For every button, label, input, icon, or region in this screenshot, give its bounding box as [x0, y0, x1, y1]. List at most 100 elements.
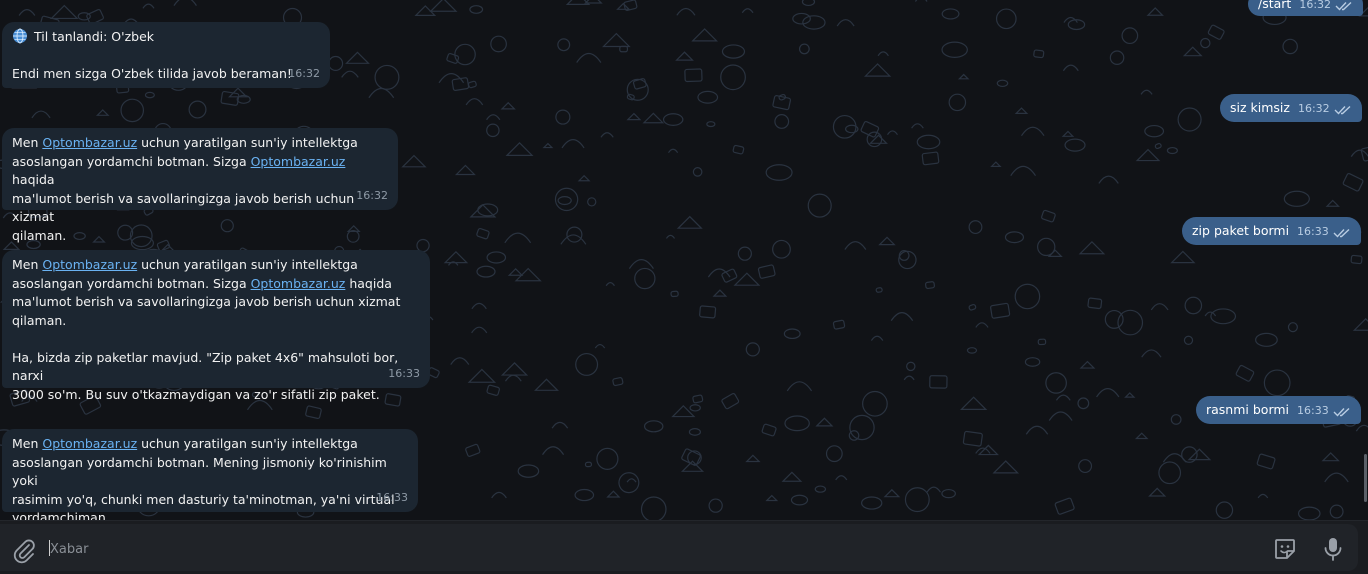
doodle-shape	[784, 415, 810, 432]
doodle-shape	[968, 303, 977, 311]
doodle-shape	[706, 121, 716, 128]
doodle-shape	[1200, 37, 1211, 49]
doodle-shape	[697, 90, 719, 104]
doodle-shape	[557, 38, 571, 52]
doodle-shape	[1010, 165, 1036, 176]
doodle-shape	[471, 326, 488, 334]
outgoing-message[interactable]: rasnmi bormi 16:33	[1196, 396, 1361, 424]
outgoing-message[interactable]: /start 16:32	[1248, 0, 1364, 16]
doodle-shape	[1047, 249, 1063, 257]
doodle-shape	[574, 488, 595, 502]
outgoing-message[interactable]: siz kimsiz 16:32	[1220, 94, 1362, 122]
chat-scrollbar[interactable]	[1364, 454, 1367, 502]
doodle-shape	[886, 130, 898, 136]
doodle-shape	[467, 368, 497, 383]
doodle-shape	[374, 64, 400, 90]
doodle-shape	[1325, 199, 1340, 207]
message-text: Men Optombazar.uz uchun yaratilgan sun'i…	[12, 256, 420, 404]
doodle-shape	[626, 478, 637, 483]
incoming-message[interactable]: Til tanlandi: O'zbek Endi men sizga O'zb…	[2, 22, 330, 88]
microphone-icon[interactable]	[1320, 535, 1346, 563]
doodle-shape	[875, 287, 883, 293]
doodle-shape	[1166, 146, 1178, 155]
doodle-shape	[1329, 504, 1344, 519]
doodle-shape	[1037, 338, 1047, 346]
incoming-message[interactable]: Men Optombazar.uz uchun yaratilgan sun'i…	[2, 429, 418, 525]
optombazar-link[interactable]: Optombazar.uz	[42, 257, 137, 272]
doodle-shape	[465, 98, 484, 106]
doodle-shape	[670, 290, 679, 298]
doodle-shape	[471, 302, 487, 310]
doodle-shape	[401, 154, 427, 168]
incoming-message[interactable]: Men Optombazar.uz uchun yaratilgan sun'i…	[2, 128, 398, 243]
doodle-shape	[721, 44, 746, 59]
optombazar-link[interactable]: Optombazar.uz	[251, 154, 346, 169]
doodle-shape	[741, 8, 754, 14]
doodle-shape	[1360, 144, 1368, 162]
doodle-shape	[815, 417, 834, 427]
doodle-shape	[555, 109, 571, 125]
message-meta: 16:32	[1298, 100, 1352, 119]
doodle-shape	[1045, 372, 1067, 394]
doodle-shape	[173, 0, 197, 6]
double-check-icon	[1335, 1, 1352, 11]
optombazar-link[interactable]: Optombazar.uz	[42, 436, 137, 451]
optombazar-link[interactable]: Optombazar.uz	[251, 276, 346, 291]
doodle-shape	[606, 490, 621, 498]
doodle-shape	[1321, 452, 1340, 462]
doodle-shape	[721, 392, 740, 410]
doodle-shape	[792, 12, 811, 25]
doodle-shape	[1350, 149, 1368, 157]
message-text: Men Optombazar.uz uchun yaratilgan sun'i…	[12, 134, 388, 245]
doodle-shape	[50, 4, 79, 20]
doodle-shape	[120, 98, 145, 123]
message-text: Til tanlandi: O'zbek Endi men sizga O'zb…	[12, 28, 320, 84]
doodle-shape	[990, 302, 1011, 319]
doodle-shape	[467, 80, 477, 89]
message-time: 16:33	[376, 490, 408, 504]
doodle-shape	[1287, 322, 1298, 333]
doodle-shape	[676, 215, 703, 229]
doodle-shape	[500, 362, 529, 376]
doodle-shape	[1061, 130, 1075, 137]
doodle-shape	[684, 68, 703, 83]
message-time: 16:32	[356, 188, 388, 202]
doodle-shape	[807, 193, 832, 218]
doodle-shape	[368, 87, 395, 99]
incoming-message[interactable]: Men Optombazar.uz uchun yaratilgan sun'i…	[2, 250, 430, 402]
doodle-shape	[911, 123, 924, 129]
message-time: 16:32	[1299, 0, 1332, 12]
message-segment: Men	[12, 135, 43, 150]
doodle-shape	[732, 144, 745, 155]
doodle-shape	[689, 404, 701, 412]
doodle-shape	[576, 52, 602, 63]
doodle-shape	[1146, 7, 1164, 16]
doodle-shape	[667, 148, 679, 154]
optombazar-link[interactable]: Optombazar.uz	[42, 135, 137, 150]
doodle-shape	[612, 377, 624, 387]
doodle-shape	[774, 114, 790, 129]
doodle-shape	[504, 374, 522, 382]
doodle-shape	[1283, 190, 1310, 207]
outgoing-message[interactable]: zip paket bormi 16:33	[1182, 217, 1361, 245]
message-time: 16:33	[1297, 225, 1329, 239]
double-check-icon	[1333, 407, 1350, 417]
doodle-shape	[1024, 357, 1041, 367]
doodle-shape	[1077, 397, 1090, 410]
doodle-shape	[1014, 283, 1041, 310]
doodle-shape	[628, 259, 654, 269]
doodle-shape	[1158, 461, 1182, 485]
message-time: 16:33	[1297, 404, 1329, 418]
doodle-shape	[832, 114, 857, 139]
message-input[interactable]	[48, 535, 1252, 563]
paperclip-icon[interactable]	[10, 536, 38, 564]
doodle-shape	[602, 32, 631, 48]
sticker-icon[interactable]	[1272, 536, 1298, 562]
doodle-shape	[450, 357, 470, 365]
doodle-shape	[996, 79, 1009, 88]
doodle-shape	[1282, 38, 1298, 55]
doodle-shape	[883, 488, 901, 498]
doodle-shape	[454, 43, 476, 66]
doodle-shape	[341, 70, 359, 78]
doodle-shape	[1324, 472, 1349, 483]
